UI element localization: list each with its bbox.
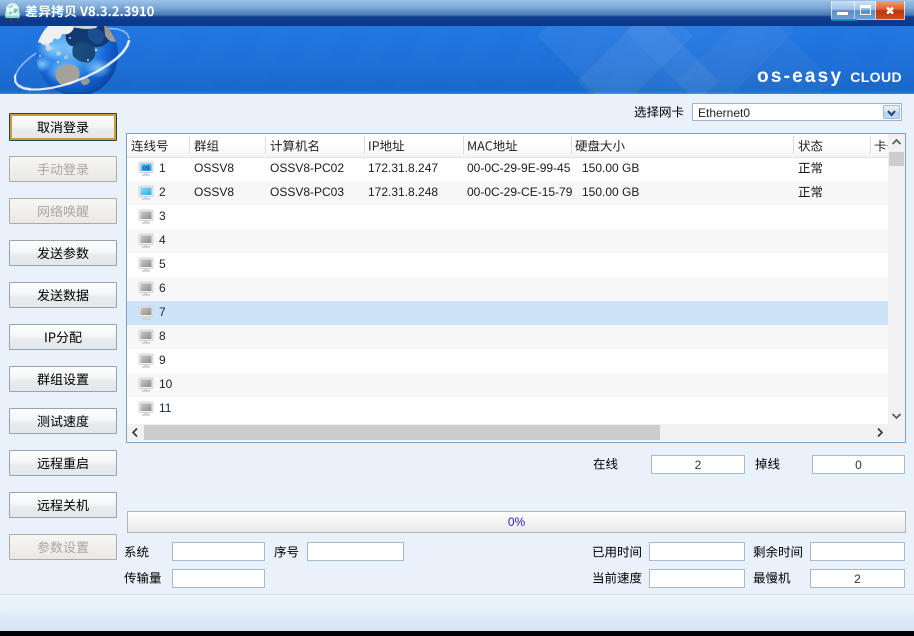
svg-text:09: 09 [142, 165, 150, 172]
